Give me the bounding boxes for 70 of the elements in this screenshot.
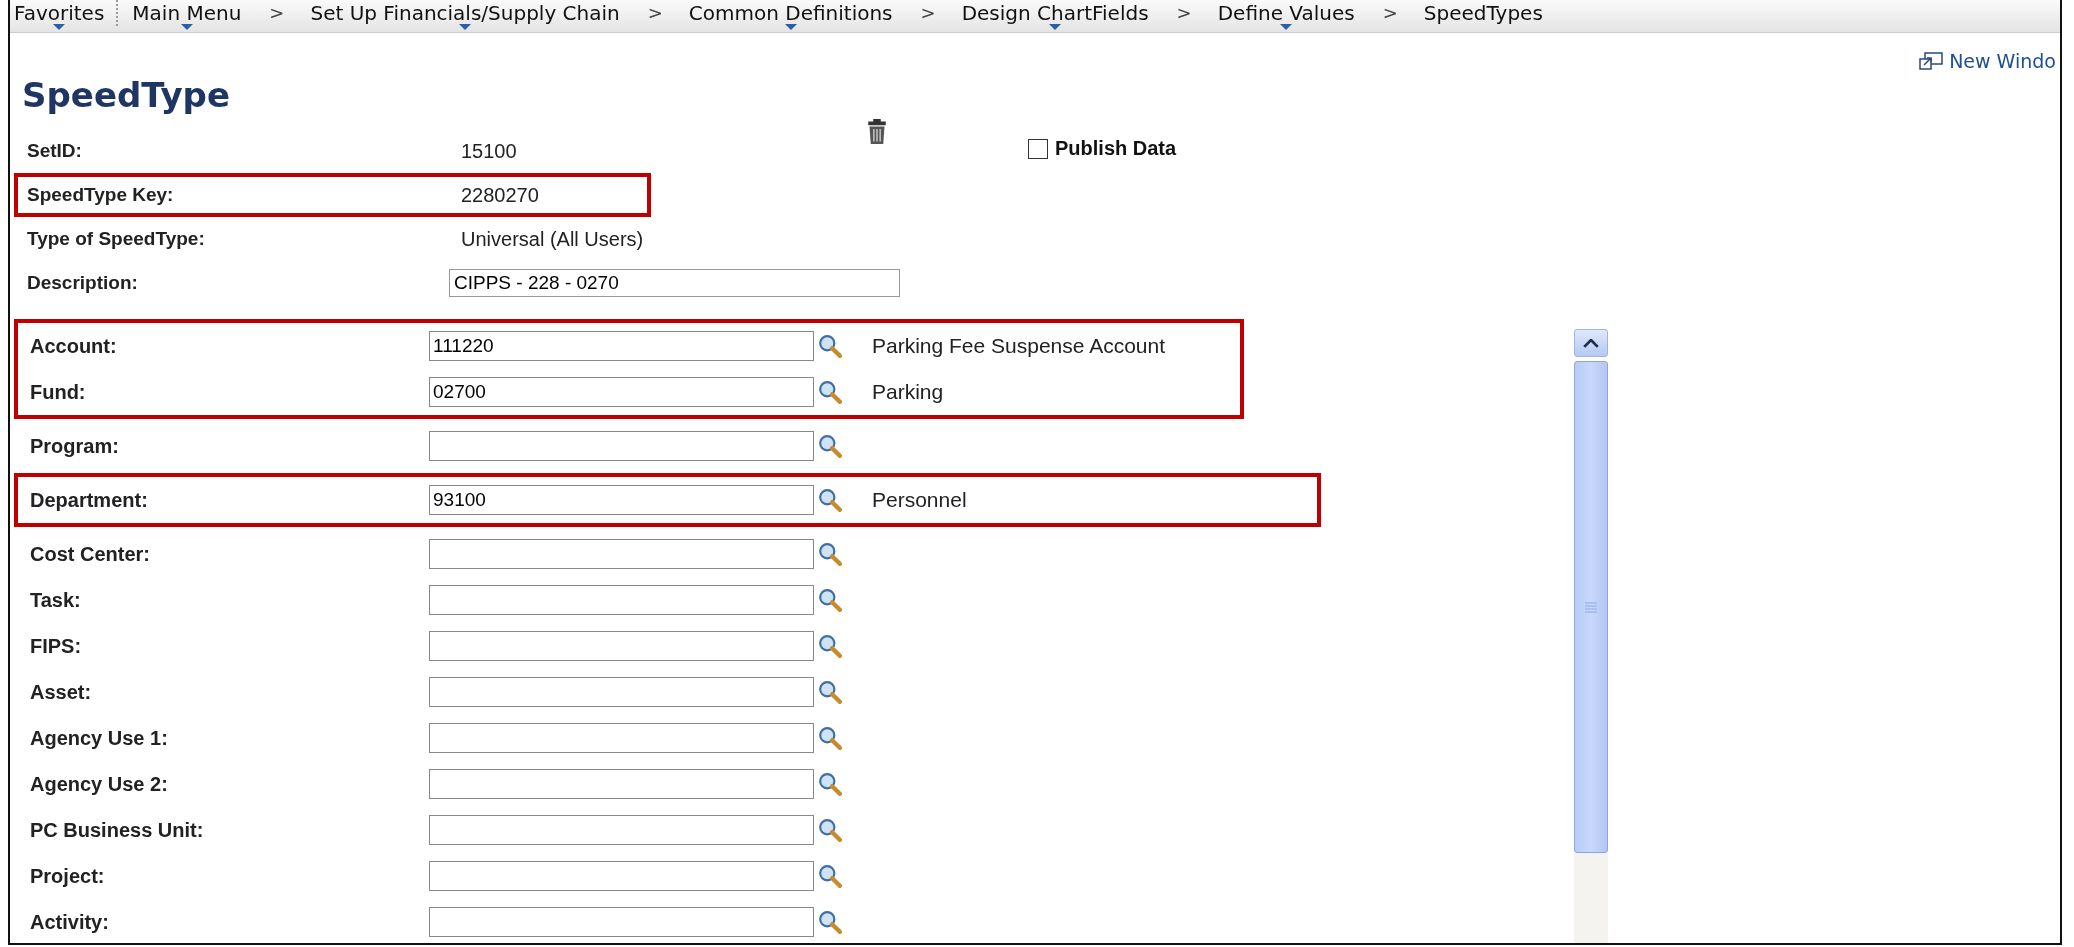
field-value: 2280270	[461, 183, 539, 207]
field-label: Task:	[30, 588, 82, 612]
input-field[interactable]	[429, 677, 814, 707]
chevron-up-icon	[1583, 338, 1599, 348]
search-icon[interactable]	[818, 488, 842, 512]
search-icon[interactable]	[818, 818, 842, 842]
breadcrumb-link[interactable]: Favorites	[12, 0, 107, 30]
breadcrumb-separator: >	[1176, 2, 1192, 24]
search-icon[interactable]	[818, 680, 842, 704]
field-value: 15100	[461, 139, 517, 163]
checkbox-label: Publish Data	[1055, 137, 1177, 160]
breadcrumb-link[interactable]: SpeedTypes	[1421, 0, 1545, 30]
breadcrumb-link[interactable]: Set Up Financials/Supply Chain	[308, 0, 622, 30]
field-description: Parking	[872, 380, 944, 404]
breadcrumb-separator: >	[647, 2, 663, 24]
input-field[interactable]	[429, 907, 814, 937]
breadcrumb-link[interactable]: Define Values	[1215, 0, 1357, 30]
field-label: Fund:	[30, 380, 87, 404]
field-label: Cost Center:	[30, 542, 151, 566]
field-label: Department:	[30, 488, 149, 512]
input-field[interactable]: 93100	[429, 485, 814, 515]
input-field[interactable]	[429, 431, 814, 461]
field-label: Activity:	[30, 910, 110, 934]
search-icon[interactable]	[818, 634, 842, 658]
breadcrumb-separator: >	[269, 2, 285, 24]
checkbox[interactable]	[1028, 138, 1048, 159]
input-field[interactable]: 02700	[429, 377, 814, 407]
breadcrumb-link[interactable]: Common Definitions	[686, 0, 895, 30]
search-icon[interactable]	[818, 334, 842, 358]
field-label: Account:	[30, 334, 118, 358]
input-field[interactable]	[429, 723, 814, 753]
field-label: Agency Use 1:	[30, 726, 169, 750]
search-icon[interactable]	[818, 542, 842, 566]
breadcrumb-separator: >	[920, 2, 936, 24]
field-label: FIPS:	[30, 634, 83, 658]
input-field[interactable]: 111220	[429, 331, 814, 361]
field-label: Asset:	[30, 680, 93, 704]
input-field[interactable]	[429, 861, 814, 891]
field-label: Project:	[30, 864, 106, 888]
field-description: Parking Fee Suspense Account	[872, 334, 1165, 358]
breadcrumb-link[interactable]: Main Menu	[130, 0, 244, 30]
field-label: Agency Use 2:	[30, 772, 169, 796]
search-icon[interactable]	[818, 864, 842, 888]
search-icon[interactable]	[818, 726, 842, 750]
new-window-link[interactable]: New Windo	[1949, 50, 2056, 72]
input-field[interactable]	[429, 585, 814, 615]
page-title: SpeedType	[22, 77, 231, 113]
field-description: Personnel	[872, 488, 967, 512]
field-label: Program:	[30, 434, 120, 458]
search-icon[interactable]	[818, 434, 842, 458]
scroll-up-button[interactable]	[1574, 329, 1608, 357]
breadcrumb-link[interactable]: Design ChartFields	[959, 0, 1151, 30]
search-icon[interactable]	[818, 588, 842, 612]
search-icon[interactable]	[818, 910, 842, 934]
scroll-thumb[interactable]	[1574, 361, 1608, 853]
breadcrumb-separator: >	[1382, 2, 1398, 24]
search-icon[interactable]	[818, 380, 842, 404]
search-icon[interactable]	[818, 772, 842, 796]
new-window-icon[interactable]	[1919, 52, 1944, 70]
field-label: PC Business Unit:	[30, 818, 205, 842]
field-label: SetID:	[27, 140, 83, 162]
field-value: Universal (All Users)	[461, 227, 644, 251]
input-field[interactable]	[429, 539, 814, 569]
input-field[interactable]	[429, 631, 814, 661]
field-label: SpeedType Key:	[27, 184, 175, 206]
field-label: Type of SpeedType:	[27, 228, 206, 250]
description-field[interactable]: CIPPS - 228 - 0270	[449, 269, 900, 297]
trash-icon[interactable]	[867, 119, 887, 144]
input-field[interactable]	[429, 769, 814, 799]
input-field[interactable]	[429, 815, 814, 845]
